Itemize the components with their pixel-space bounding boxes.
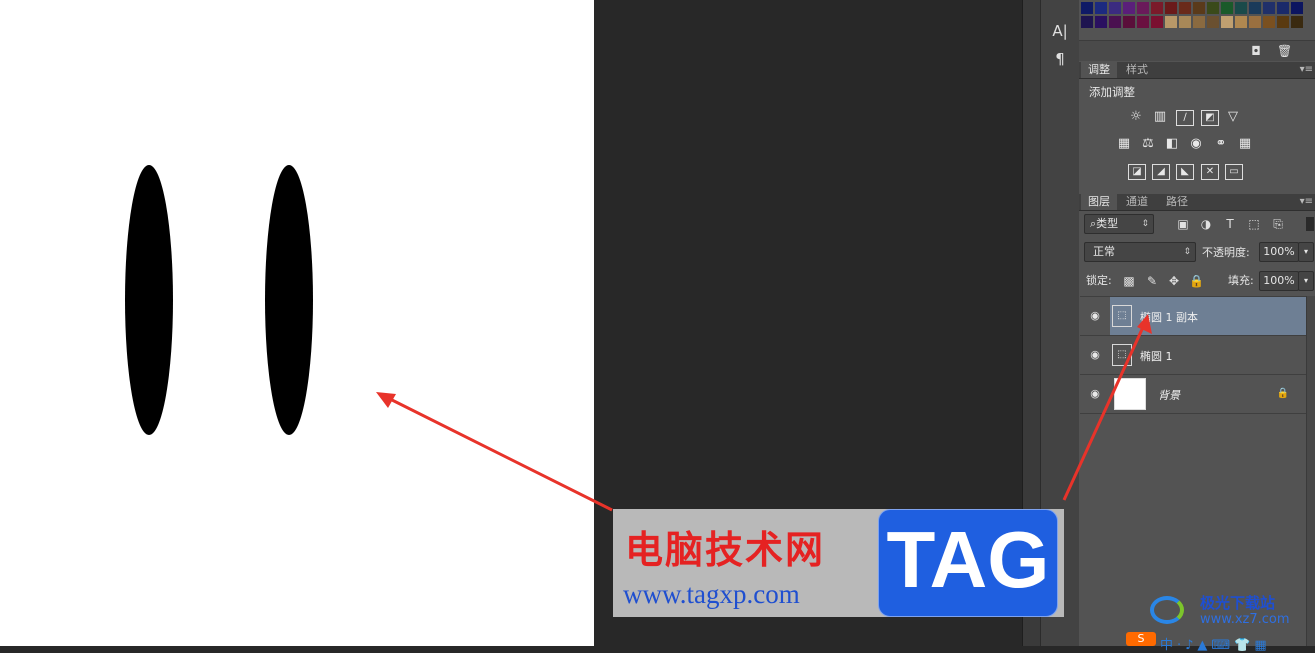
annotation-arrowhead	[1137, 314, 1152, 334]
watermark-url: www.tagxp.com	[623, 579, 800, 609]
watermark-banner: 电脑技术网 www.tagxp.com TAG	[613, 509, 1064, 617]
watermark-tag-text: TAG	[886, 515, 1050, 604]
ime-badge-icon: S	[1126, 632, 1156, 646]
brand-url: www.xz7.com	[1200, 612, 1290, 627]
ime-toolbar-icons: 中·♪▲⌨👕▦	[1160, 638, 1271, 653]
watermark-title: 电脑技术网	[625, 527, 826, 572]
watermark-tag-logo: TAG	[878, 509, 1058, 617]
annotation-arrow-line	[387, 396, 613, 512]
brand-name: 极光下载站	[1200, 594, 1276, 612]
annotation-arrow-line	[1062, 324, 1146, 501]
brand-logo-icon	[1150, 596, 1184, 624]
